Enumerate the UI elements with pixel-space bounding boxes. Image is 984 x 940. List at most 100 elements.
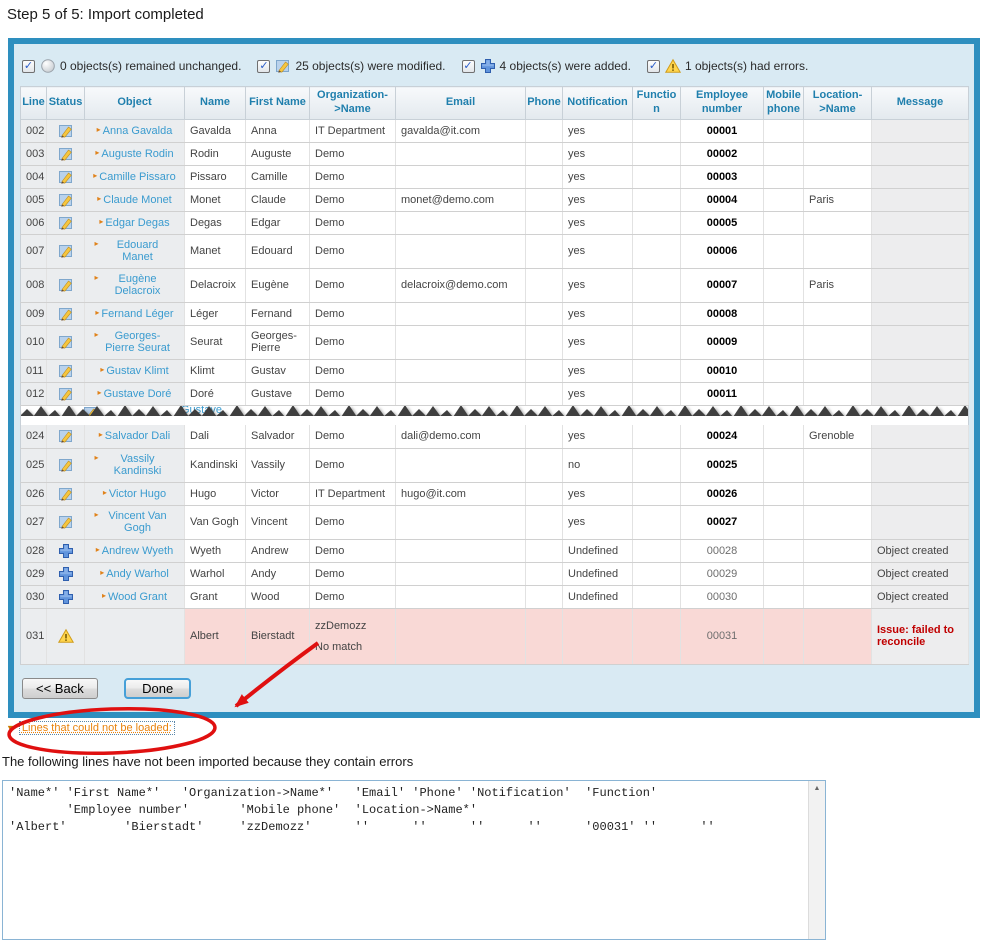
object-link[interactable]: ▸Eugène Delacroix [94, 273, 174, 285]
cell-employee-number: 00001 [681, 119, 764, 142]
cell-first-name: Fernand [246, 302, 310, 325]
triangle-bullet-icon: ▸ [97, 194, 101, 203]
cell-organization: Demo [310, 505, 396, 539]
cell-employee-number: 00002 [681, 142, 764, 165]
cell-employee-number: 00006 [681, 234, 764, 268]
cell-employee-number: 00024 [681, 425, 764, 448]
summary-bar: ✓0 objects(s) remained unchanged.✓25 obj… [14, 44, 974, 86]
object-link[interactable]: ▸Andy Warhol [100, 568, 169, 580]
summary-checkbox-modified[interactable]: ✓ [257, 60, 270, 73]
cell-email [396, 382, 526, 405]
cell-mobile-phone [764, 119, 804, 142]
object-link[interactable]: ▸Claude Monet [97, 194, 172, 206]
cell-mobile-phone [764, 448, 804, 482]
summary-checkbox-error[interactable]: ✓ [647, 60, 660, 73]
cell-organization: Demo [310, 268, 396, 302]
cell-object: ▸Fernand Léger [85, 302, 185, 325]
object-link[interactable]: ▸Salvador Dali [99, 430, 170, 442]
cell-email [396, 585, 526, 608]
table-row-026: 026▸Victor HugoHugoVictorIT Departmenthu… [21, 482, 969, 505]
done-button[interactable]: Done [124, 678, 191, 699]
cell-organization: zzDemozzNo match [310, 608, 396, 664]
raw-dump-box[interactable]: 'Name*' 'First Name*' 'Organization->Nam… [2, 780, 826, 940]
cell-location [804, 539, 872, 562]
cell-name: Seurat [185, 325, 246, 359]
object-link[interactable]: ▸Edgar Degas [99, 217, 169, 229]
summary-checkbox-unchanged[interactable]: ✓ [22, 60, 35, 73]
cell-object: ▸Salvador Dali [85, 425, 185, 448]
cell-location [804, 142, 872, 165]
summary-label: 25 objects(s) were modified. [295, 59, 445, 73]
cell-function [633, 211, 681, 234]
scrollbar[interactable]: ▲ [808, 781, 825, 939]
cell-status [47, 325, 85, 359]
cell-first-name: Georges-Pierre [246, 325, 310, 359]
cell-message: Object created [872, 562, 969, 585]
scroll-up-icon[interactable]: ▲ [809, 781, 825, 797]
cell-phone [526, 188, 563, 211]
object-link[interactable]: ▸Edouard Manet [94, 239, 174, 251]
lines-not-loaded-link[interactable]: Lines that could not be loaded: [19, 721, 175, 735]
cell-function [633, 482, 681, 505]
cell-line: 009 [21, 302, 47, 325]
cell-notification: yes [563, 234, 633, 268]
pencil-icon [58, 216, 74, 228]
import-table: LineStatusObjectNameFirst NameOrganizati… [20, 86, 969, 665]
summary-label: 4 objects(s) were added. [500, 59, 631, 73]
object-link[interactable]: ▸Anna Gavalda [97, 125, 173, 137]
cell-name: Klimt [185, 359, 246, 382]
cell-first-name: Claude [246, 188, 310, 211]
cell-phone [526, 268, 563, 302]
raw-dump: 'Name*' 'First Name*' 'Organization->Nam… [3, 781, 825, 840]
cell-name: Albert [185, 608, 246, 664]
object-link[interactable]: ▸Wood Grant [102, 591, 167, 603]
table-row-004: 004▸Camille PissaroPissaroCamilleDemoyes… [21, 165, 969, 188]
cell-location [804, 211, 872, 234]
object-link[interactable]: ▸Victor Hugo [103, 488, 166, 500]
pencil-icon [58, 279, 74, 291]
cell-line: 031 [21, 608, 47, 664]
object-link[interactable]: ▸Vassily Kandinski [94, 453, 174, 465]
cell-email [396, 211, 526, 234]
column-header-object: Object [85, 87, 185, 120]
pencil-icon [58, 430, 74, 442]
tear-zigzag [21, 405, 969, 425]
cell-location [804, 302, 872, 325]
cell-organization: IT Department [310, 119, 396, 142]
cell-phone [526, 165, 563, 188]
object-link[interactable]: ▸Georges-Pierre Seurat [94, 330, 174, 342]
cell-status [47, 359, 85, 382]
cell-status [47, 268, 85, 302]
warning-icon [58, 630, 74, 642]
object-link[interactable]: ▸Fernand Léger [95, 308, 173, 320]
object-link[interactable]: ▸Gustav Klimt [100, 365, 168, 377]
object-link[interactable]: ▸Vincent Van Gogh [94, 510, 174, 522]
column-header-first-name: First Name [246, 87, 310, 120]
cell-organization: IT Department [310, 482, 396, 505]
cell-notification: yes [563, 211, 633, 234]
triangle-bullet-icon: ▸ [94, 239, 98, 248]
cell-notification: yes [563, 325, 633, 359]
column-header-status: Status [47, 87, 85, 120]
cell-location [804, 359, 872, 382]
cell-phone [526, 608, 563, 664]
summary-checkbox-added[interactable]: ✓ [462, 60, 475, 73]
cell-location [804, 382, 872, 405]
object-link[interactable]: ▸Gustave Doré [98, 388, 172, 400]
back-button[interactable]: << Back [22, 678, 98, 699]
cell-notification: yes [563, 482, 633, 505]
cell-email [396, 359, 526, 382]
cell-message [872, 119, 969, 142]
cell-line: 028 [21, 539, 47, 562]
cell-mobile-phone [764, 165, 804, 188]
cell-location: Paris [804, 268, 872, 302]
object-link[interactable]: ▸Camille Pissaro [93, 171, 175, 183]
cell-line: 026 [21, 482, 47, 505]
cell-status [47, 142, 85, 165]
object-link[interactable]: ▸Andrew Wyeth [96, 545, 173, 557]
cell-status [47, 188, 85, 211]
cell-name: Dali [185, 425, 246, 448]
cell-location [804, 448, 872, 482]
cell-notification: yes [563, 188, 633, 211]
object-link[interactable]: ▸Auguste Rodin [95, 148, 173, 160]
